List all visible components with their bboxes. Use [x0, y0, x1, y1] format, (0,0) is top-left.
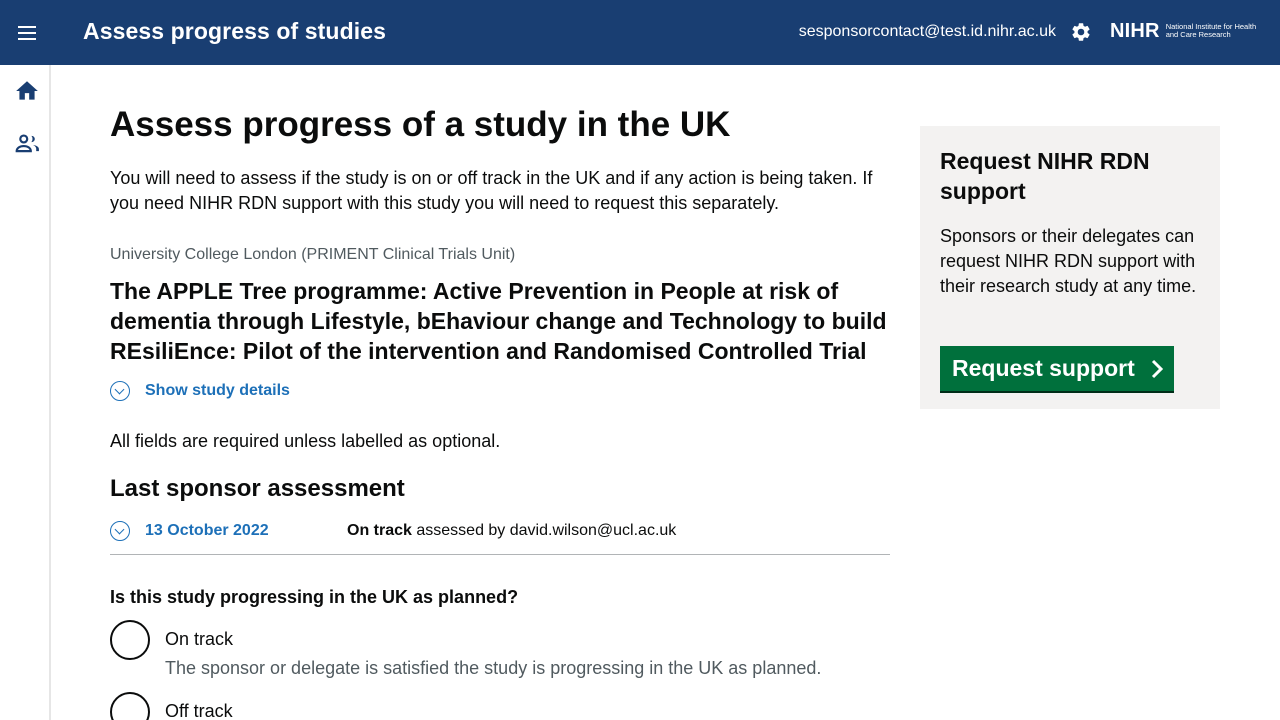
side-navigation: [0, 65, 51, 720]
nihr-logo[interactable]: NIHR National Institute for Health and C…: [1110, 18, 1258, 44]
assessed-by-text: assessed by david.wilson@ucl.ac.uk: [411, 522, 677, 539]
logo-word: NIHR: [1110, 19, 1160, 42]
radio-on-track[interactable]: On track The sponsor or delegate is sati…: [110, 620, 821, 679]
show-study-details-label: Show study details: [145, 382, 290, 399]
organisation-name: University College London (PRIMENT Clini…: [110, 246, 516, 263]
assessment-status: On track assessed by david.wilson@ucl.ac…: [347, 522, 676, 540]
request-support-panel: Request NIHR RDN support Sponsors or the…: [920, 126, 1220, 409]
page-title: Assess progress of a study in the UK: [110, 105, 731, 144]
aside-text: Sponsors or their delegates can request …: [940, 226, 1197, 296]
study-title: The APPLE Tree programme: Active Prevent…: [110, 278, 887, 364]
home-icon[interactable]: [14, 78, 40, 104]
last-assessment-row: 13 October 2022 On track assessed by dav…: [110, 520, 890, 555]
chevron-right-icon: [1151, 359, 1163, 378]
show-study-details-toggle[interactable]: Show study details: [110, 381, 290, 401]
app-header: Assess progress of studies sesponsorcont…: [0, 0, 1280, 65]
radio-hint: The sponsor or delegate is satisfied the…: [165, 658, 822, 678]
radio-label: On track: [165, 629, 234, 649]
intro-text: You will need to assess if the study is …: [110, 168, 873, 213]
assessment-date: 13 October 2022: [145, 522, 269, 539]
chevron-down-icon: [110, 521, 130, 541]
radio-button[interactable]: [110, 692, 150, 720]
progress-question: Is this study progressing in the UK as p…: [110, 587, 519, 607]
request-support-label: Request support: [952, 355, 1135, 381]
radio-off-track[interactable]: Off track: [110, 692, 233, 720]
request-support-button[interactable]: Request support: [940, 346, 1174, 391]
people-icon[interactable]: [14, 130, 40, 156]
gear-icon[interactable]: [1070, 21, 1092, 43]
menu-icon[interactable]: [14, 20, 40, 46]
assessment-date-toggle[interactable]: 13 October 2022: [110, 521, 269, 541]
app-title[interactable]: Assess progress of studies: [83, 18, 386, 45]
required-fields-note: All fields are required unless labelled …: [110, 431, 501, 451]
last-assessment-heading: Last sponsor assessment: [110, 475, 405, 502]
radio-button[interactable]: [110, 620, 150, 660]
user-email: sesponsorcontact@test.id.nihr.ac.uk: [798, 23, 1056, 40]
logo-subtitle: National Institute for Health and Care R…: [1165, 21, 1257, 39]
chevron-down-icon: [110, 381, 130, 401]
aside-title: Request NIHR RDN support: [940, 148, 1150, 204]
radio-label: Off track: [165, 701, 233, 720]
assessment-status-value: On track: [347, 522, 412, 539]
